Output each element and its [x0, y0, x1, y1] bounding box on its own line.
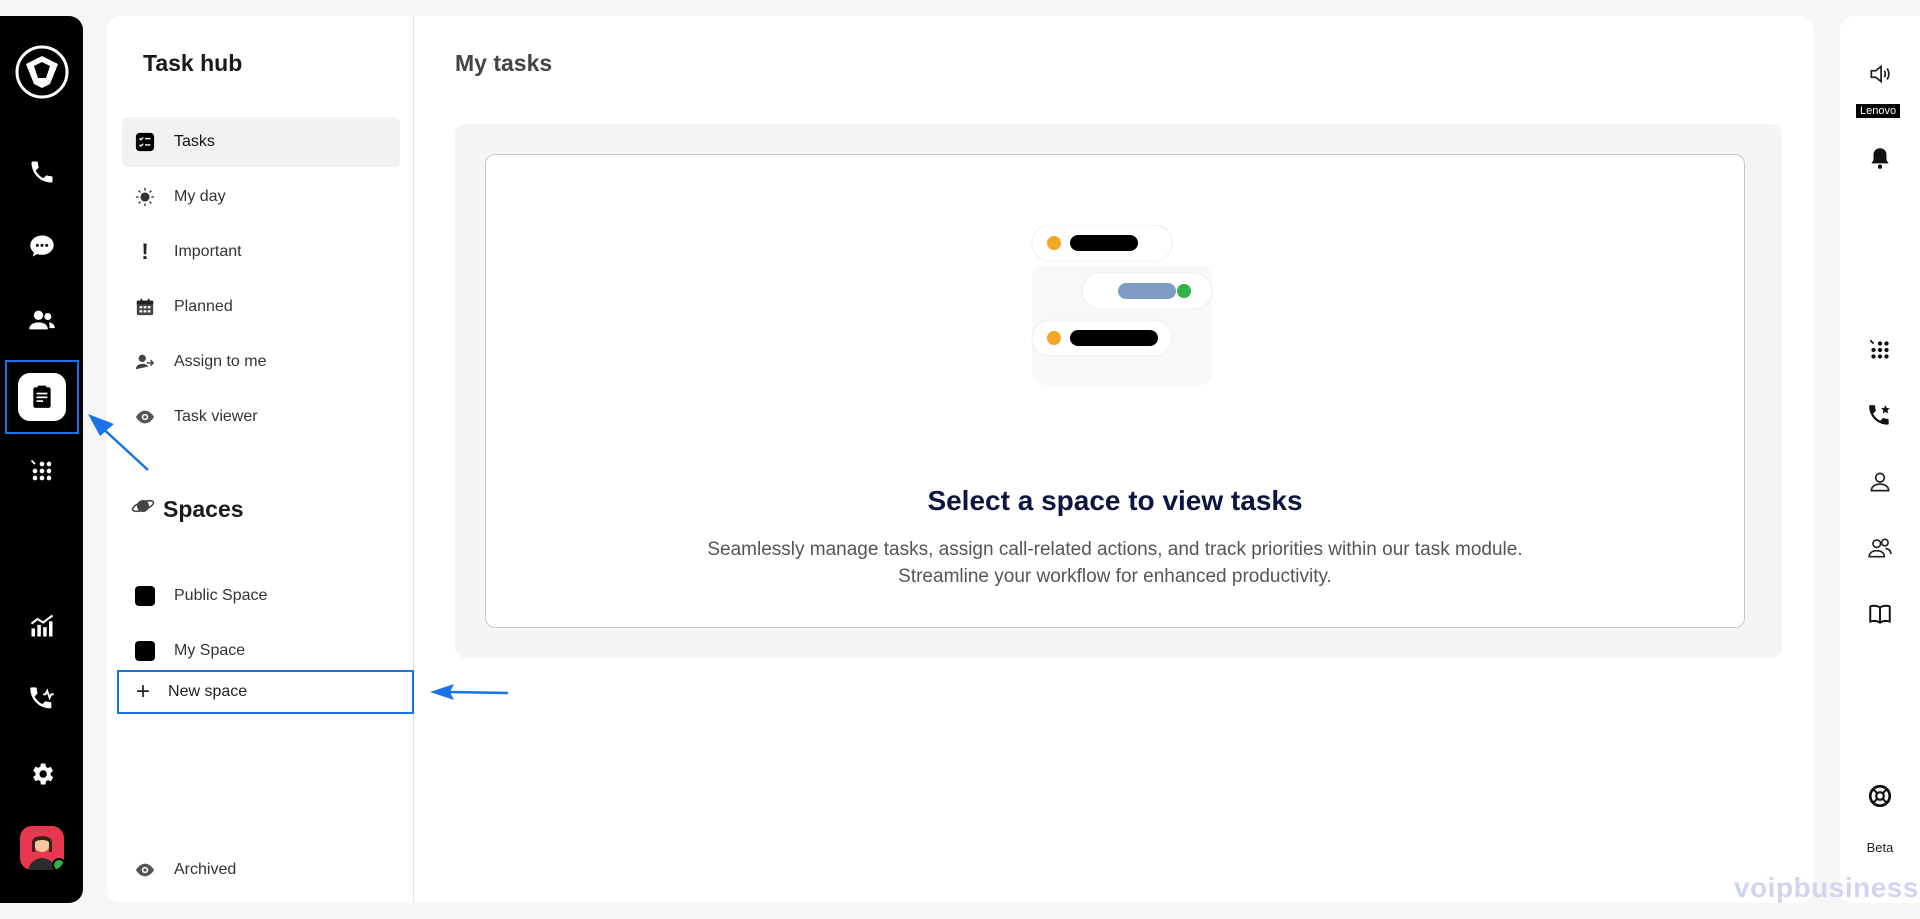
eye-icon	[134, 859, 156, 881]
sidebar-item-planned[interactable]: Planned	[122, 282, 400, 332]
avatar[interactable]	[20, 826, 64, 870]
logo-icon[interactable]	[0, 28, 83, 116]
calendar-icon	[134, 296, 156, 318]
plus-icon: +	[136, 678, 151, 705]
exclamation-icon: !	[141, 239, 149, 264]
sidebar-item-assign-to-me[interactable]: Assign to me	[122, 337, 400, 387]
bell-icon[interactable]	[1840, 136, 1920, 180]
device-label: Lenovo	[1856, 104, 1901, 118]
sidebar-item-label: Assign to me	[174, 353, 267, 370]
settings-icon[interactable]	[0, 746, 83, 802]
sidebar-item-tasks[interactable]: Tasks	[122, 117, 400, 167]
empty-state-description: Seamlessly manage tasks, assign call-rel…	[486, 536, 1744, 590]
tasks-icon[interactable]	[18, 373, 66, 421]
planet-icon	[131, 494, 155, 524]
tasks-nav-highlight[interactable]	[5, 360, 79, 434]
sidebar-item-archived[interactable]: Archived	[122, 845, 400, 895]
assign-user-icon	[134, 351, 156, 373]
tasks-illustration	[1002, 224, 1242, 405]
watermark-logo: voipbusiness	[1734, 872, 1919, 903]
support-icon[interactable]	[1840, 774, 1920, 818]
user-icon[interactable]	[1840, 460, 1920, 504]
space-square-icon	[134, 585, 156, 607]
new-space-button[interactable]: + New space	[117, 670, 414, 714]
main-card: Task hub Tasks My day ! Important Planne…	[107, 16, 1814, 903]
spaces-title: Spaces	[163, 495, 244, 522]
spaces-heading: Spaces	[131, 494, 244, 524]
empty-desc-line-1: Seamlessly manage tasks, assign call-rel…	[707, 539, 1523, 560]
empty-desc-line-2: Streamline your workflow for enhanced pr…	[898, 566, 1332, 587]
tasks-panel: Select a space to view tasks Seamlessly …	[455, 124, 1782, 658]
analytics-icon[interactable]	[0, 598, 83, 654]
new-space-label: New space	[168, 683, 248, 700]
space-label: My Space	[174, 642, 246, 659]
speaker-icon[interactable]	[1840, 52, 1920, 96]
task-hub-title: Task hub	[143, 50, 243, 76]
sidebar-item-label: My day	[174, 188, 226, 205]
space-item-public[interactable]: Public Space	[122, 571, 400, 621]
call-activity-icon[interactable]	[0, 671, 83, 727]
sidebar-item-label: Task viewer	[174, 408, 258, 425]
chat-icon[interactable]	[0, 218, 83, 274]
sidebar-item-label: Important	[174, 243, 242, 260]
beta-label: Beta	[1866, 840, 1894, 855]
online-status-icon	[52, 858, 64, 870]
sidebar-item-label: Archived	[174, 861, 237, 878]
space-label: Public Space	[174, 587, 268, 604]
space-square-icon	[134, 640, 156, 662]
contacts-icon[interactable]	[0, 292, 83, 348]
annotation-arrow-new-space	[430, 684, 509, 700]
empty-state-card: Select a space to view tasks Seamlessly …	[485, 154, 1745, 628]
sidebar-item-task-viewer[interactable]: Task viewer	[122, 392, 400, 442]
dialpad-ai-icon[interactable]	[1840, 328, 1920, 372]
sidebar-item-label: Tasks	[174, 133, 215, 150]
empty-state-title: Select a space to view tasks	[927, 485, 1303, 516]
sidebar-item-important[interactable]: ! Important	[122, 227, 400, 277]
space-item-my-space[interactable]: My Space	[122, 626, 400, 676]
dialpad-icon[interactable]	[0, 443, 83, 499]
annotation-arrow-tasks	[88, 414, 149, 471]
sidebar-item-my-day[interactable]: My day	[122, 172, 400, 222]
right-rail: Lenovo Beta	[1840, 16, 1920, 903]
left-rail	[0, 16, 83, 903]
phone-icon[interactable]	[0, 144, 83, 200]
favorite-call-icon[interactable]	[1840, 394, 1920, 438]
sun-icon	[134, 186, 156, 208]
tasks-list-icon	[134, 131, 156, 153]
page-title: My tasks	[455, 50, 553, 76]
book-icon[interactable]	[1840, 592, 1920, 636]
group-icon[interactable]	[1840, 526, 1920, 570]
sidebar-item-label: Planned	[174, 298, 233, 315]
